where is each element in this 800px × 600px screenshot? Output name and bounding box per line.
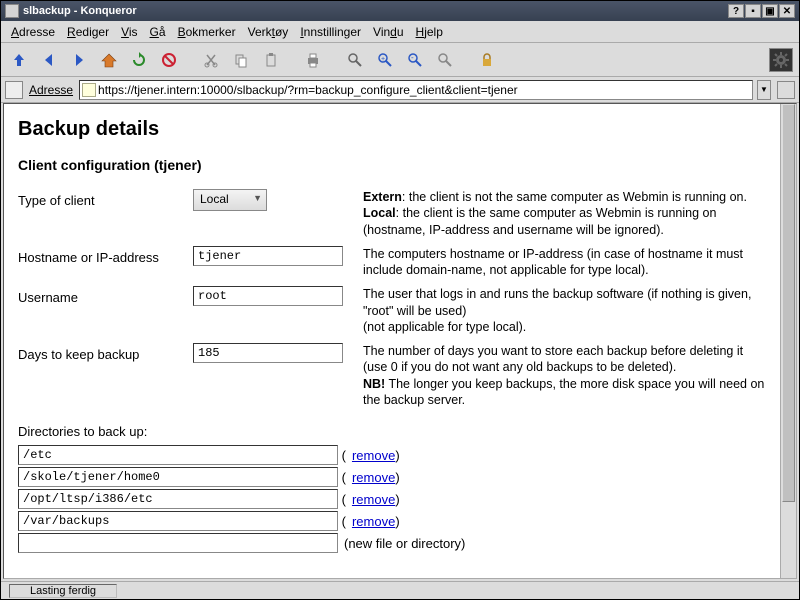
remove-link-0[interactable]: remove — [352, 448, 395, 463]
dir-row: (remove) — [18, 445, 766, 465]
forward-button[interactable] — [67, 48, 91, 72]
svg-text:-: - — [411, 53, 414, 62]
desc-type: Extern: the client is not the same compu… — [353, 189, 766, 238]
address-label: Adresse — [27, 83, 75, 97]
menu-bokmerker[interactable]: Bokmerker — [174, 23, 240, 41]
menu-adresse[interactable]: Adresse — [7, 23, 59, 41]
row-host: Hostname or IP-address The computers hos… — [18, 246, 766, 279]
menu-ga[interactable]: Gå — [146, 23, 170, 41]
clear-address-icon[interactable] — [5, 81, 23, 99]
svg-text:+: + — [381, 56, 385, 63]
toolbar: + - — [1, 43, 799, 77]
stop-button[interactable] — [157, 48, 181, 72]
page-subtitle: Client configuration (tjener) — [18, 157, 766, 173]
titlebar: slbackup - Konqueror ? ▪ ▣ ✕ — [1, 1, 799, 21]
paste-button[interactable] — [259, 48, 283, 72]
addressbar: Adresse ▼ — [1, 77, 799, 103]
content-area: Backup details Client configuration (tje… — [3, 103, 797, 579]
dir-row: (remove) — [18, 467, 766, 487]
minimize-button[interactable]: ▪ — [745, 4, 761, 18]
maximize-button[interactable]: ▣ — [762, 4, 778, 18]
scrollbar[interactable] — [780, 104, 796, 578]
cut-button[interactable] — [199, 48, 223, 72]
menu-vis[interactable]: Vis — [117, 23, 141, 41]
dir-row: (remove) — [18, 489, 766, 509]
input-host[interactable] — [193, 246, 343, 266]
menu-verktoy[interactable]: Verktøy — [244, 23, 293, 41]
desc-host: The computers hostname or IP-address (in… — [353, 246, 766, 279]
status-text: Lasting ferdig — [9, 584, 117, 598]
close-button[interactable]: ✕ — [779, 4, 795, 18]
dir-input-2[interactable] — [18, 489, 338, 509]
remove-link-3[interactable]: remove — [352, 514, 395, 529]
window-buttons: ? ▪ ▣ ✕ — [727, 4, 795, 18]
url-site-icon — [82, 83, 96, 97]
dir-row-new: (new file or directory) — [18, 533, 766, 553]
home-button[interactable] — [97, 48, 121, 72]
gear-icon[interactable] — [769, 48, 793, 72]
dir-input-0[interactable] — [18, 445, 338, 465]
dir-input-3[interactable] — [18, 511, 338, 531]
dirs-label: Directories to back up: — [18, 424, 766, 439]
up-button[interactable] — [7, 48, 31, 72]
row-type: Type of client Local Extern: the client … — [18, 189, 766, 238]
desc-days: The number of days you want to store eac… — [353, 343, 766, 408]
label-type: Type of client — [18, 189, 193, 208]
menubar: Adresse Rediger Vis Gå Bokmerker Verktøy… — [1, 21, 799, 43]
remove-link-1[interactable]: remove — [352, 470, 395, 485]
remove-link-2[interactable]: remove — [352, 492, 395, 507]
window: slbackup - Konqueror ? ▪ ▣ ✕ Adresse Red… — [0, 0, 800, 600]
menu-innstillinger[interactable]: Innstillinger — [296, 23, 365, 41]
lock-icon — [475, 48, 499, 72]
go-button[interactable] — [777, 81, 795, 99]
menu-rediger[interactable]: Rediger — [63, 23, 113, 41]
page-title: Backup details — [18, 118, 766, 141]
dir-row: (remove) — [18, 511, 766, 531]
input-days[interactable] — [193, 343, 343, 363]
zoom-in-button[interactable]: + — [373, 48, 397, 72]
label-host: Hostname or IP-address — [18, 246, 193, 265]
row-days: Days to keep backup The number of days y… — [18, 343, 766, 408]
row-user: Username The user that logs in and runs … — [18, 286, 766, 335]
menu-vindu[interactable]: Vindu — [369, 23, 408, 41]
desc-user: The user that logs in and runs the backu… — [353, 286, 766, 335]
url-dropdown[interactable]: ▼ — [757, 80, 771, 100]
print-button[interactable] — [301, 48, 325, 72]
input-user[interactable] — [193, 286, 343, 306]
window-title: slbackup - Konqueror — [23, 5, 727, 17]
zoom-out-button[interactable]: - — [403, 48, 427, 72]
dir-input-1[interactable] — [18, 467, 338, 487]
url-field-wrap — [79, 80, 753, 100]
scroll-thumb[interactable] — [782, 104, 795, 502]
menu-hjelp[interactable]: Hjelp — [412, 23, 447, 41]
back-button[interactable] — [37, 48, 61, 72]
copy-button[interactable] — [229, 48, 253, 72]
statusbar: Lasting ferdig — [1, 581, 799, 599]
select-type[interactable]: Local — [193, 189, 267, 211]
app-icon — [5, 4, 19, 18]
find-button[interactable] — [343, 48, 367, 72]
label-user: Username — [18, 286, 193, 305]
page: Backup details Client configuration (tje… — [4, 104, 780, 578]
help-button[interactable]: ? — [728, 4, 744, 18]
label-days: Days to keep backup — [18, 343, 193, 362]
zoom-reset-button[interactable] — [433, 48, 457, 72]
new-dir-hint: (new file or directory) — [344, 536, 465, 551]
reload-button[interactable] — [127, 48, 151, 72]
url-input[interactable] — [98, 83, 750, 97]
dir-input-new[interactable] — [18, 533, 338, 553]
